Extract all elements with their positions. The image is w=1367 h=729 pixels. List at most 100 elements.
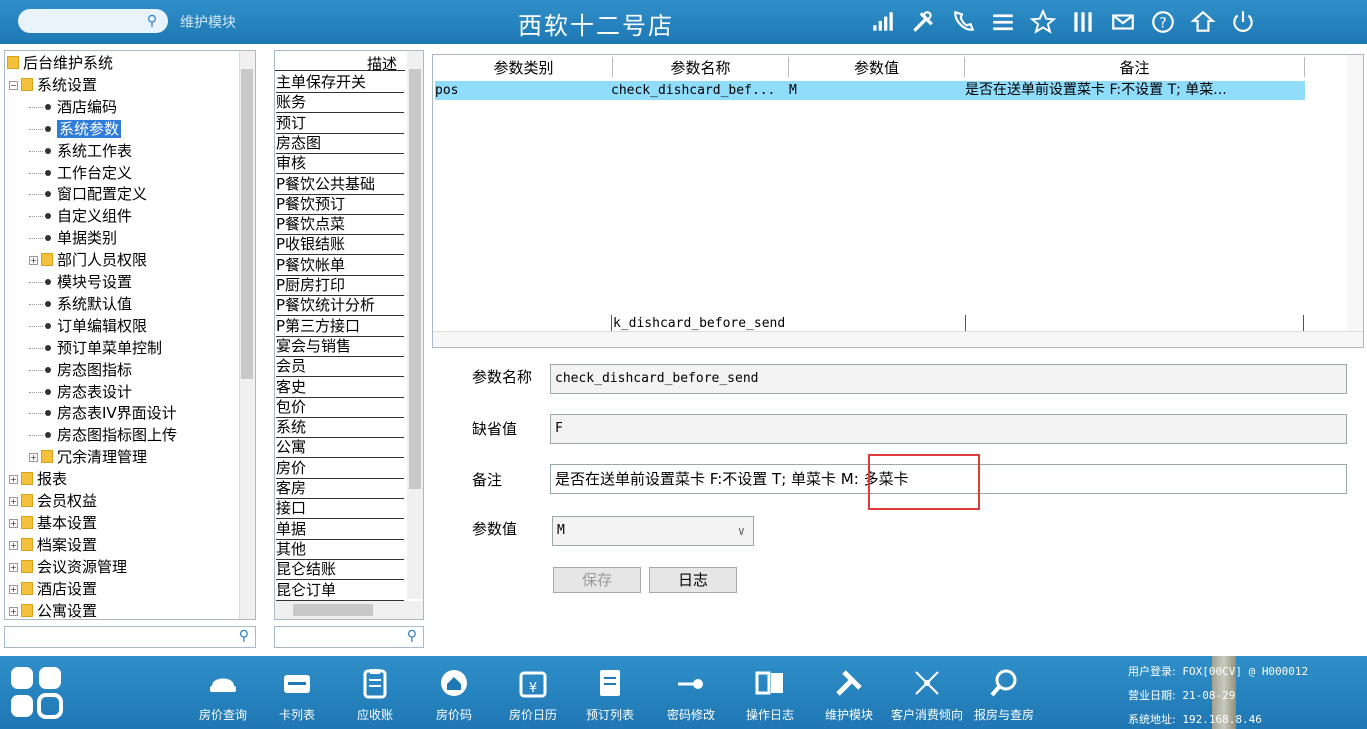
default-value-field[interactable]: F — [550, 414, 1347, 444]
param-name-field[interactable]: check_dishcard_before_send — [550, 364, 1347, 394]
grid-header-value[interactable]: 参数值 — [789, 57, 965, 77]
expand-toggle-icon[interactable]: + — [9, 540, 18, 550]
help-icon[interactable]: ? — [1148, 7, 1178, 37]
tree-item[interactable]: + 档案设置 — [9, 535, 97, 555]
navigation-tree[interactable]: 后台维护系统 − 系统设置 酒店编码 系统参数 系统工作表 工作台定义 窗口配置定义 自定义组件… — [4, 50, 256, 620]
tree-item[interactable]: − 系统设置 — [9, 75, 97, 95]
category-item[interactable]: 客史 — [276, 378, 404, 398]
tree-item[interactable]: 房态图指标图上传 — [29, 425, 177, 445]
expand-toggle-icon[interactable]: + — [9, 562, 18, 572]
search-icon[interactable]: ⚲ — [407, 628, 417, 644]
category-item[interactable]: 接口 — [276, 499, 404, 520]
category-search-input[interactable] — [277, 628, 387, 646]
grid-header-name[interactable]: 参数名称 — [613, 57, 789, 77]
tree-item[interactable]: + 报表 — [9, 469, 67, 489]
expand-toggle-icon[interactable]: + — [29, 453, 38, 463]
tree-item[interactable]: 系统参数 — [29, 119, 122, 139]
category-item[interactable]: 宴会与销售 — [276, 337, 404, 357]
category-list[interactable]: 描述 主单保存开关 账务 预订 房态图 审核 P餐饮公共基础 P餐饮预订 P餐饮点菜 P收银结账… — [274, 50, 424, 620]
expand-toggle-icon[interactable]: − — [9, 80, 18, 90]
tree-item[interactable]: 房态表IV界面设计 — [29, 403, 177, 423]
category-item[interactable]: 审核 — [276, 154, 404, 175]
tree-item[interactable]: 工作台定义 — [29, 163, 132, 183]
grid-cell-name[interactable]: check_dishcard_bef... — [611, 81, 787, 100]
tools-icon[interactable] — [908, 7, 938, 37]
category-scrollbar[interactable] — [407, 51, 423, 599]
grid-edit-cell[interactable]: k_dishcard_before_send — [613, 316, 789, 331]
category-item[interactable]: P第三方接口 — [276, 317, 404, 337]
category-item[interactable]: 会员 — [276, 357, 404, 378]
tree-item[interactable]: 酒店编码 — [29, 97, 117, 117]
tree-scroll-thumb[interactable] — [241, 69, 253, 379]
tree-item[interactable]: + 会员权益 — [9, 491, 97, 511]
category-item[interactable]: 主单保存开关 — [276, 73, 404, 93]
category-item[interactable]: 房态图 — [276, 134, 404, 154]
toolbar-button[interactable]: 密码修改 — [652, 656, 730, 729]
category-item[interactable]: 客房 — [276, 479, 404, 499]
tree-item[interactable]: 模块号设置 — [29, 272, 132, 292]
lock-icon[interactable] — [1188, 7, 1218, 37]
tree-scrollbar[interactable] — [239, 51, 255, 619]
menu-icon[interactable] — [988, 7, 1018, 37]
grid-hscrollbar[interactable] — [433, 331, 1363, 347]
columns-icon[interactable] — [1068, 7, 1098, 37]
category-item[interactable]: P收银结账 — [276, 235, 404, 256]
tree-item[interactable]: + 公寓设置 — [9, 601, 97, 619]
expand-toggle-icon[interactable]: + — [9, 497, 18, 506]
grid-header-category[interactable]: 参数类别 — [435, 57, 613, 77]
search-icon[interactable]: ⚲ — [142, 11, 162, 31]
category-item[interactable]: 包价 — [276, 398, 404, 418]
expand-toggle-icon[interactable]: + — [29, 256, 38, 266]
category-item[interactable]: 系统 — [276, 418, 404, 439]
search-icon[interactable]: ⚲ — [239, 628, 249, 644]
category-item[interactable]: P餐饮点菜 — [276, 215, 404, 236]
expand-toggle-icon[interactable]: + — [9, 518, 18, 528]
category-item[interactable]: P厨房打印 — [276, 276, 404, 296]
grid-vscrollbar[interactable] — [1347, 55, 1363, 331]
parameter-grid[interactable]: 参数类别 参数名称 参数值 备注 pos check_dishcard_bef.… — [432, 54, 1364, 348]
tree-item[interactable]: 预订单菜单控制 — [29, 338, 162, 358]
grid-cell-category[interactable]: pos — [435, 81, 611, 100]
grid-header-remark[interactable]: 备注 — [965, 57, 1305, 77]
toolbar-button[interactable]: 卡列表 — [258, 656, 336, 729]
tree-item[interactable]: 系统默认值 — [29, 294, 132, 314]
category-item[interactable]: 其他 — [276, 540, 404, 560]
module-search-input[interactable]: ⚲ — [18, 9, 168, 33]
toolbar-button[interactable]: 应收账 — [336, 656, 414, 729]
toolbar-button[interactable]: 房价码 — [415, 656, 493, 729]
tree-item[interactable]: + 酒店设置 — [9, 579, 97, 599]
category-scroll-thumb[interactable] — [409, 69, 421, 489]
tree-item[interactable]: 后台维护系统 — [7, 53, 113, 73]
grid-cell-remark[interactable]: 是否在送单前设置菜卡 F:不设置 T; 单菜... — [965, 81, 1305, 100]
tree-item[interactable]: 房态图指标 — [29, 360, 132, 380]
tree-search-input[interactable] — [7, 628, 207, 646]
expand-toggle-icon[interactable]: + — [9, 584, 18, 594]
tree-search-field[interactable]: ⚲ — [4, 626, 256, 648]
category-item[interactable]: 昆仑订单 — [276, 581, 404, 601]
toolbar-button[interactable]: 操作日志 — [731, 656, 809, 729]
category-item[interactable]: 账务 — [276, 93, 404, 114]
category-search-field[interactable]: ⚲ — [274, 626, 424, 648]
toolbar-button[interactable]: 报房与查房 — [965, 656, 1043, 729]
mail-icon[interactable] — [1108, 7, 1138, 37]
star-icon[interactable] — [1028, 7, 1058, 37]
tree-item[interactable]: + 会议资源管理 — [9, 557, 127, 577]
tree-item[interactable]: 单据类别 — [29, 228, 117, 248]
expand-toggle-icon[interactable]: + — [9, 475, 18, 485]
category-item[interactable]: 昆仑结账 — [276, 560, 404, 581]
signal-icon[interactable] — [868, 7, 898, 37]
category-item[interactable]: P餐饮统计分析 — [276, 296, 404, 317]
category-item[interactable]: 公寓 — [276, 438, 404, 459]
tree-item[interactable]: 自定义组件 — [29, 206, 132, 226]
chevron-down-icon[interactable]: ∨ — [738, 517, 745, 545]
category-item[interactable]: 房价 — [276, 459, 404, 479]
tree-item[interactable]: + 基本设置 — [9, 513, 97, 533]
save-button[interactable]: 保存 — [553, 567, 641, 593]
category-item[interactable]: P餐饮帐单 — [276, 256, 404, 276]
toolbar-button[interactable]: 预订列表 — [571, 656, 649, 729]
phone-icon[interactable] — [948, 7, 978, 37]
category-hscroll-thumb[interactable] — [293, 604, 373, 616]
param-value-select[interactable]: M ∨ — [552, 516, 754, 546]
expand-toggle-icon[interactable]: + — [9, 606, 18, 616]
category-item[interactable]: 单据 — [276, 520, 404, 540]
